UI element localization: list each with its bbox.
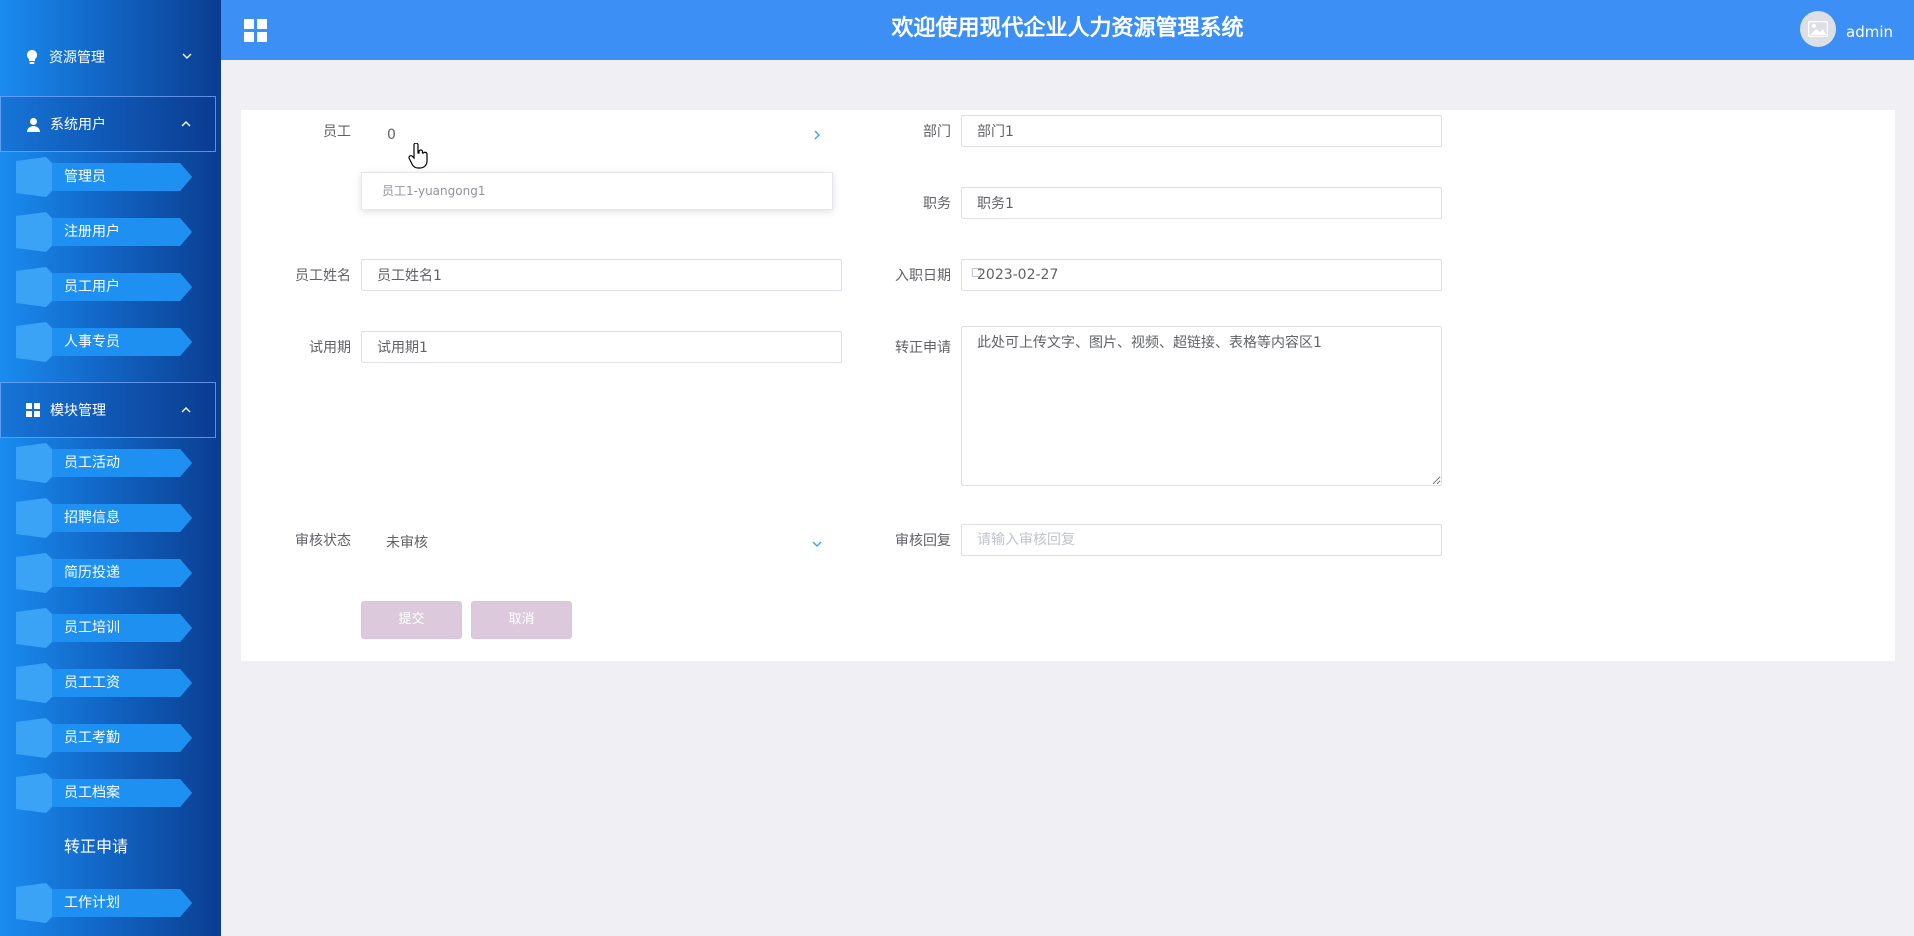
review-status-value: 未审核 xyxy=(386,535,428,551)
employee-name-label: 员工姓名 xyxy=(295,268,351,284)
sidebar-item-employee-users[interactable]: 员工用户 xyxy=(12,267,192,307)
employee-select[interactable]: 0 xyxy=(361,119,833,151)
avatar[interactable] xyxy=(1800,11,1836,47)
sidebar-item-admin[interactable]: 管理员 xyxy=(12,157,192,197)
menu-group-label: 系统用户 xyxy=(50,117,106,133)
sidebar-item-employee-activity[interactable]: 员工活动 xyxy=(12,443,192,483)
review-status-label: 审核状态 xyxy=(295,533,351,549)
hand-cursor-icon xyxy=(408,143,428,169)
sidebar-item-label: 员工培训 xyxy=(64,620,120,636)
review-status-select[interactable]: 未审核 xyxy=(361,527,833,559)
review-reply-label: 审核回复 xyxy=(895,533,951,549)
sidebar-item-label: 员工档案 xyxy=(64,785,120,801)
menu-group-label: 资源管理 xyxy=(49,50,105,66)
sidebar-item-salary[interactable]: 员工工资 xyxy=(12,663,192,703)
sidebar-item-label: 简历投递 xyxy=(64,565,120,581)
sidebar-item-label: 注册用户 xyxy=(64,224,120,240)
hire-date-label: 入职日期 xyxy=(895,268,951,284)
department-label: 部门 xyxy=(923,124,951,140)
lightbulb-icon xyxy=(24,49,40,65)
menu-group-system-users[interactable]: 系统用户 xyxy=(0,96,216,152)
chevron-up-icon xyxy=(181,121,191,127)
chevron-down-icon xyxy=(812,541,822,547)
submit-button[interactable]: 提交 xyxy=(361,601,462,639)
sidebar-item-training[interactable]: 员工培训 xyxy=(12,608,192,648)
sidebar-item-label: 管理员 xyxy=(64,169,106,185)
sidebar-item-resume[interactable]: 简历投递 xyxy=(12,553,192,593)
sidebar-item-regularization[interactable]: 转正申请 xyxy=(64,833,128,861)
employee-label: 员工 xyxy=(323,124,351,140)
sidebar-item-recruitment[interactable]: 招聘信息 xyxy=(12,498,192,538)
menu-group-modules[interactable]: 模块管理 xyxy=(0,382,216,438)
sidebar-item-work-plan[interactable]: 工作计划 xyxy=(12,883,192,923)
chevron-up-icon xyxy=(181,407,191,413)
sidebar-item-attendance[interactable]: 员工考勤 xyxy=(12,718,192,758)
probation-input[interactable] xyxy=(361,331,842,363)
sidebar-item-registered-users[interactable]: 注册用户 xyxy=(12,212,192,252)
department-input[interactable] xyxy=(961,115,1442,147)
username[interactable]: admin xyxy=(1846,0,1893,64)
application-label: 转正申请 xyxy=(895,340,951,356)
page-title: 欢迎使用现代企业人力资源管理系统 xyxy=(891,16,1244,41)
sidebar-item-label: 员工活动 xyxy=(64,455,120,471)
hire-date-value: 2023-02-27 xyxy=(977,267,1059,283)
application-textarea[interactable]: 此处可上传文字、图片、视频、超链接、表格等内容区1 xyxy=(961,326,1442,486)
chevron-down-icon xyxy=(182,53,192,59)
image-icon xyxy=(1808,21,1828,37)
sidebar-item-label: 员工考勤 xyxy=(64,730,120,746)
grid-icon xyxy=(25,402,41,418)
top-header: 欢迎使用现代企业人力资源管理系统 admin xyxy=(221,0,1914,60)
sidebar-item-label: 工作计划 xyxy=(64,895,120,911)
menu-group-resource[interactable]: 资源管理 xyxy=(0,29,216,85)
position-label: 职务 xyxy=(923,196,951,212)
sidebar-item-label: 员工用户 xyxy=(64,279,120,295)
employee-select-value: 0 xyxy=(387,127,396,143)
form-card: 员工 0 员工1-yuangong1 部门 职务 员工姓名 入职日期 2023-… xyxy=(241,110,1895,661)
sidebar-item-archives[interactable]: 员工档案 xyxy=(12,773,192,813)
employee-dropdown: 员工1-yuangong1 xyxy=(361,172,833,210)
review-reply-input[interactable] xyxy=(961,524,1442,556)
sidebar-item-label: 员工工资 xyxy=(64,675,120,691)
sidebar-item-label: 招聘信息 xyxy=(64,510,120,526)
employee-name-input[interactable] xyxy=(361,259,842,291)
sidebar-item-hr-specialist[interactable]: 人事专员 xyxy=(12,322,192,362)
probation-label: 试用期 xyxy=(309,340,351,356)
hire-date-input[interactable]: 2023-02-27 xyxy=(961,259,1442,291)
position-input[interactable] xyxy=(961,187,1442,219)
chevron-right-icon xyxy=(814,130,820,140)
sidebar: 资源管理 系统用户 管理员 注册用户 员工用户 人事专员 模块管理 员工活动 招… xyxy=(0,0,221,936)
sidebar-item-label: 人事专员 xyxy=(64,334,120,350)
employee-option[interactable]: 员工1-yuangong1 xyxy=(362,173,832,209)
menu-group-label: 模块管理 xyxy=(50,403,106,419)
cancel-button[interactable]: 取消 xyxy=(471,601,572,639)
user-icon xyxy=(25,116,41,132)
